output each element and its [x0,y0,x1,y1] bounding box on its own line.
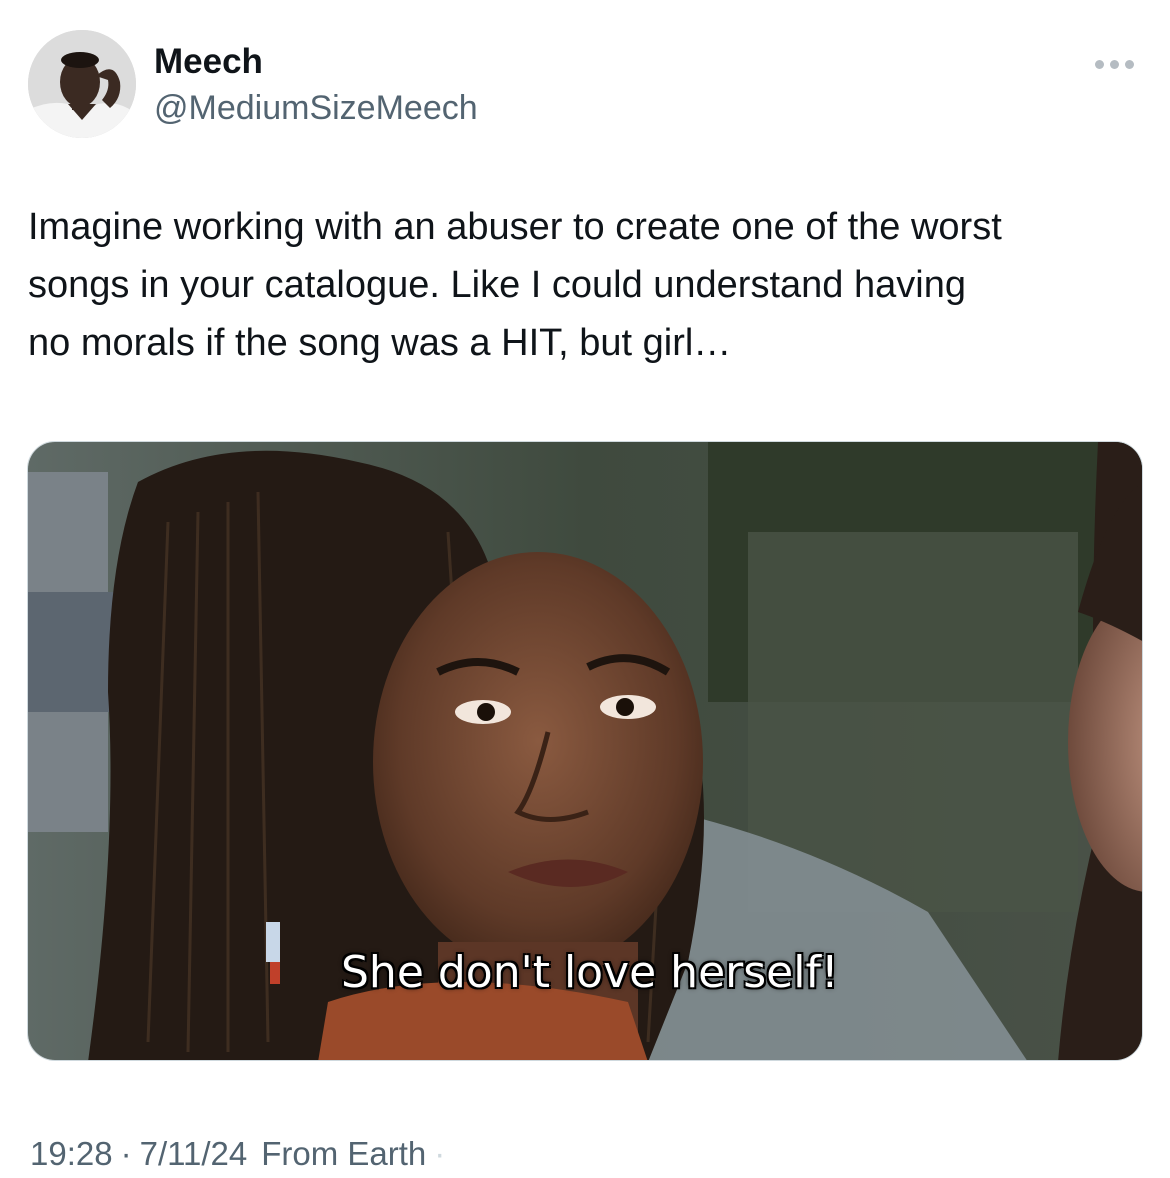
tweet-meta: 19:28 · 7/11/24 From Earth · [30,1132,453,1176]
meme-caption: She don't love herself! [341,947,839,998]
avatar[interactable] [28,30,136,138]
dot [1124,59,1134,69]
tweet-time[interactable]: 19:28 [30,1132,113,1176]
tweet-media-image[interactable]: She don't love herself! [27,441,1143,1061]
dot [1094,59,1104,69]
tweet-date[interactable]: 7/11/24 [140,1132,248,1176]
tweet-text: Imagine working with an abuser to create… [28,206,1002,364]
tweet-source: From Earth [261,1135,427,1172]
dot [1109,59,1119,69]
author-handle[interactable]: @MediumSizeMeech [154,86,478,130]
tweet[interactable]: Meech @MediumSizeMeech Imagine working w… [0,0,1170,1178]
meta-separator-2: · [434,1135,446,1172]
author-display-name[interactable]: Meech [154,40,263,84]
more-dots-icon[interactable] [1088,50,1140,78]
meta-separator: · [120,1135,132,1172]
